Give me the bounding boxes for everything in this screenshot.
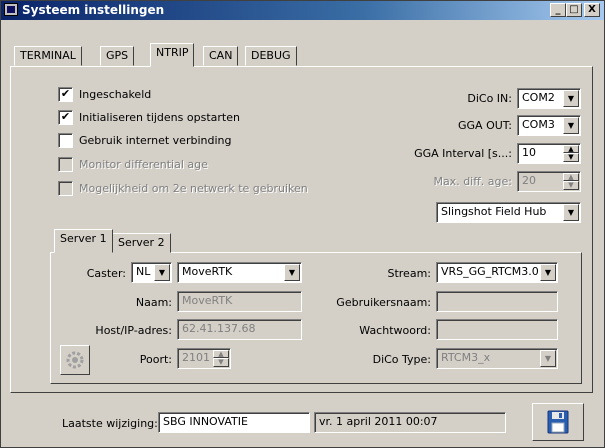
dico-type-label: DiCo Type:: [372, 353, 431, 366]
password-input: [436, 319, 558, 340]
spin-down-icon: ▼: [563, 181, 579, 190]
use-internet-checkbox[interactable]: [58, 133, 73, 148]
hub-value: Slingshot Field Hub: [441, 205, 547, 218]
gga-interval-label: GGA Interval [s...:: [414, 147, 512, 160]
gga-interval-value: 10: [522, 146, 536, 159]
monitor-diff-age-label: Monitor differential age: [79, 158, 208, 171]
window-icon[interactable]: [4, 3, 18, 16]
username-input: [436, 291, 558, 312]
init-on-start-label: Initialiseren tijdens opstarten: [79, 111, 240, 124]
tab-server-1[interactable]: Server 1: [54, 229, 113, 253]
password-label: Wachtwoord:: [359, 324, 431, 337]
max-diff-age-label: Max. diff. age:: [433, 175, 512, 188]
second-network-label: Mogelijkheid om 2e netwerk te gebruiken: [79, 182, 308, 195]
host-label: Host/IP-adres:: [95, 324, 172, 337]
date-value: vr. 1 april 2011 00:07: [319, 415, 438, 428]
chevron-down-icon[interactable]: ▼: [563, 90, 579, 107]
naam-value: MoveRTK: [182, 294, 233, 307]
gear-icon: [66, 351, 84, 369]
floppy-disk-icon: [547, 410, 569, 434]
close-button[interactable]: X: [584, 3, 600, 17]
stream-label: Stream:: [387, 267, 431, 280]
chevron-down-icon[interactable]: ▼: [284, 264, 300, 281]
second-network-checkbox: [58, 181, 73, 196]
minimize-button[interactable]: _: [550, 3, 566, 17]
enabled-checkbox[interactable]: ✔: [58, 87, 73, 102]
spin-down-icon: ▼: [213, 358, 229, 367]
caster-value: MoveRTK: [182, 265, 233, 278]
option-monitor-diff-age: Monitor differential age: [58, 157, 208, 172]
enabled-label: Ingeschakeld: [79, 88, 152, 101]
spin-up-icon: ▲: [563, 173, 579, 181]
author-input[interactable]: SBG INNOVATIE: [158, 412, 310, 433]
tab-terminal[interactable]: TERMINAL: [14, 46, 82, 66]
option-use-internet[interactable]: Gebruik internet verbinding: [58, 133, 231, 148]
max-diff-age-value: 20: [522, 174, 536, 187]
poort-value: 2101: [182, 351, 210, 364]
use-internet-label: Gebruik internet verbinding: [79, 134, 232, 147]
gga-out-value: COM3: [522, 118, 555, 131]
maximize-button[interactable]: □: [566, 3, 582, 17]
chevron-down-icon[interactable]: ▼: [563, 204, 579, 221]
poort-label: Poort:: [139, 353, 172, 366]
chevron-down-icon[interactable]: ▼: [563, 117, 579, 134]
date-display: vr. 1 april 2011 00:07: [314, 412, 506, 433]
tab-can[interactable]: CAN: [203, 46, 239, 66]
host-value: 62.41.137.68: [182, 322, 256, 335]
tab-debug[interactable]: DEBUG: [245, 46, 297, 66]
caster-country-value: NL: [136, 265, 151, 278]
monitor-diff-age-checkbox: [58, 157, 73, 172]
last-change-label: Laatste wijziging:: [62, 417, 158, 430]
save-button[interactable]: [532, 403, 584, 441]
username-label: Gebruikersnaam:: [336, 296, 431, 309]
author-value: SBG INNOVATIE: [163, 415, 248, 428]
dico-in-label: DiCo IN:: [467, 92, 512, 105]
spin-up-icon: ▲: [213, 350, 229, 358]
caster-label: Caster:: [86, 267, 126, 280]
window-title: Systeem instellingen: [22, 3, 165, 17]
gga-out-label: GGA OUT:: [458, 119, 512, 132]
naam-label: Naam:: [135, 296, 172, 309]
spin-down-icon[interactable]: ▼: [563, 153, 579, 162]
dico-type-value: RTCM3_x: [441, 351, 491, 364]
dico-in-value: COM2: [522, 91, 555, 104]
tab-ntrip[interactable]: NTRIP: [150, 43, 195, 67]
option-init-on-start[interactable]: ✔ Initialiseren tijdens opstarten: [58, 110, 240, 125]
chevron-down-icon: ▼: [540, 350, 556, 367]
stream-value: VRS_GG_RTCM3.0: [441, 265, 539, 278]
spin-up-icon[interactable]: ▲: [563, 145, 579, 153]
hub-select[interactable]: Slingshot Field Hub: [436, 202, 581, 223]
naam-input: MoveRTK: [177, 291, 302, 312]
tab-gps[interactable]: GPS: [100, 46, 135, 66]
connect-button[interactable]: [60, 345, 90, 375]
host-input: 62.41.137.68: [177, 319, 302, 340]
init-on-start-checkbox[interactable]: ✔: [58, 110, 73, 125]
option-enabled[interactable]: ✔ Ingeschakeld: [58, 87, 151, 102]
chevron-down-icon[interactable]: ▼: [154, 264, 170, 281]
chevron-down-icon[interactable]: ▼: [540, 264, 556, 281]
option-second-network: Mogelijkheid om 2e netwerk te gebruiken: [58, 181, 308, 196]
tab-server-2[interactable]: Server 2: [112, 233, 171, 253]
